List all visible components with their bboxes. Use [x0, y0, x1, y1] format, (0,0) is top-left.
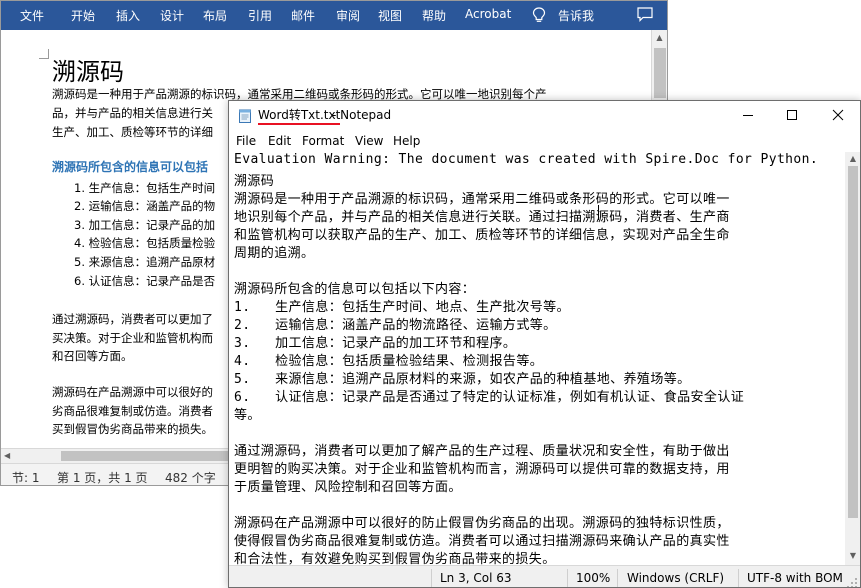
- notepad-app-icon[interactable]: [238, 108, 252, 123]
- word-hscroll-thumb[interactable]: [61, 451, 231, 461]
- word-ribbon: 文件 开始 插入 设计 布局 引用 邮件 审阅 视图 帮助 Acrobat 告诉…: [1, 1, 667, 30]
- notepad-title-filename: Word转Txt.txt: [258, 108, 341, 125]
- scroll-down-arrow-icon[interactable]: ▼: [848, 551, 858, 561]
- ribbon-tab-home[interactable]: 开始: [71, 7, 95, 24]
- status-zoom: 100%: [576, 571, 611, 585]
- notepad-title-app: - Notepad: [332, 108, 392, 122]
- text-line: 2. 运输信息：涵盖产品的物流路径、运输方式等。: [234, 318, 557, 333]
- doc-list-item: 5. 来源信息：追溯产品原材: [74, 255, 216, 269]
- status-divider: [617, 569, 618, 587]
- menu-view[interactable]: View: [355, 134, 383, 148]
- scroll-left-arrow-icon[interactable]: ◀: [4, 451, 14, 461]
- ribbon-tab-layout[interactable]: 布局: [203, 7, 227, 24]
- text-line: 3. 加工信息：记录产品的加工环节和程序。: [234, 336, 517, 351]
- ribbon-tab-mailings[interactable]: 邮件: [291, 7, 315, 24]
- notepad-statusbar: Ln 3, Col 63 100% Windows (CRLF) UTF-8 w…: [229, 565, 860, 587]
- ribbon-tab-file[interactable]: 文件: [20, 7, 44, 24]
- doc-list-item: 6. 认证信息：记录产品是否: [74, 274, 216, 288]
- notepad-titlebar[interactable]: Word转Txt.txt - Notepad: [229, 101, 860, 131]
- maximize-icon[interactable]: [784, 107, 800, 123]
- text-line: 和监管机构可以获取产品的生产、加工、质检等环节的详细信息，实现对产品全生命: [234, 228, 730, 243]
- minimize-icon[interactable]: [740, 107, 756, 123]
- doc-para2-line: 和召回等方面。: [52, 349, 133, 363]
- text-line: 溯源码: [234, 174, 275, 189]
- doc-para2-line: 通过溯源码，消费者可以更加了: [52, 312, 213, 326]
- text-line: 6. 认证信息：记录产品是否通过了特定的认证标准，例如有机认证、食品安全认证: [234, 390, 745, 405]
- doc-intro-line: 生产、加工、质检等环节的详细: [52, 125, 213, 139]
- page-corner-mark: [39, 49, 49, 59]
- document-title: 溯源码: [52, 58, 124, 86]
- menu-edit[interactable]: Edit: [268, 134, 291, 148]
- comment-icon[interactable]: [637, 7, 653, 22]
- menu-help[interactable]: Help: [393, 134, 420, 148]
- ribbon-tab-view[interactable]: 视图: [378, 7, 402, 24]
- ribbon-tab-design[interactable]: 设计: [160, 7, 184, 24]
- notepad-window: Word转Txt.txt - Notepad File Edit Format …: [228, 100, 861, 588]
- scroll-up-arrow-icon[interactable]: ▲: [848, 154, 858, 164]
- text-line: 通过溯源码，消费者可以更加了解产品的生产过程、质量状况和安全性，有助于做出: [234, 444, 730, 459]
- notepad-menubar: File Edit Format View Help: [229, 131, 860, 152]
- doc-para3-line: 溯源码在产品溯源中可以很好的: [52, 385, 213, 399]
- doc-heading: 溯源码所包含的信息可以包括: [52, 160, 209, 174]
- ribbon-tab-help[interactable]: 帮助: [422, 7, 446, 24]
- text-line: 溯源码在产品溯源中可以很好的防止假冒伪劣商品的出现。溯源码的独特标识性质，: [234, 516, 730, 531]
- status-divider: [738, 569, 739, 587]
- text-caret: [598, 205, 599, 220]
- doc-list-item: 1. 生产信息：包括生产时间: [74, 181, 216, 195]
- close-icon[interactable]: [830, 107, 846, 123]
- menu-file[interactable]: File: [236, 134, 256, 148]
- status-page-count[interactable]: 第 1 页，共 1 页: [57, 469, 148, 485]
- text-line: 地识别每个产品，并与产品的相关信息进行关联。通过扫描溯源码，消费者、生产商: [234, 210, 730, 225]
- text-line: 1. 生产信息：包括生产时间、地点、生产批次号等。: [234, 300, 570, 315]
- ribbon-tab-review[interactable]: 审阅: [336, 7, 360, 24]
- text-line: 溯源码是一种用于产品溯源的标识码，通常采用二维码或条形码的形式。它可以唯一: [234, 192, 730, 207]
- ribbon-tell-me[interactable]: 告诉我: [558, 7, 594, 24]
- status-line-ending: Windows (CRLF): [627, 571, 725, 585]
- text-line: 5. 来源信息：追溯产品原材料的来源，如农产品的种植基地、养殖场等。: [234, 372, 691, 387]
- status-cursor-position: Ln 3, Col 63: [440, 571, 512, 585]
- status-encoding: UTF-8 with BOM: [747, 571, 843, 585]
- ribbon-tab-insert[interactable]: 插入: [116, 7, 140, 24]
- text-line: 于质量管理、风险控制和召回等方面。: [234, 480, 462, 495]
- text-line: 更明智的购买决策。对于企业和监管机构而言，溯源码可以提供可靠的数据支持，用: [234, 462, 730, 477]
- text-line: 4. 检验信息：包括质量检验结果、检测报告等。: [234, 354, 544, 369]
- notepad-text-area[interactable]: Evaluation Warning: The document was cre…: [229, 152, 845, 565]
- resize-grip-icon[interactable]: [846, 574, 858, 587]
- doc-intro-line: 品，并与产品的相关信息进行关: [52, 106, 213, 120]
- text-line: 周期的追溯。: [234, 246, 315, 261]
- doc-para3-line: 劣商品很难复制或仿造。消费者: [52, 404, 213, 418]
- text-line: 溯源码所包含的信息可以包括以下内容：: [234, 282, 476, 297]
- doc-para3-line: 买到假冒伪劣商品带来的损失。: [52, 422, 213, 436]
- notepad-vertical-scrollbar[interactable]: ▲ ▼: [845, 152, 860, 565]
- status-word-count[interactable]: 482 个字: [165, 469, 216, 485]
- menu-format[interactable]: Format: [302, 134, 344, 148]
- status-divider: [567, 569, 568, 587]
- doc-list-item: 4. 检验信息：包括质量检验: [74, 236, 216, 250]
- ribbon-tab-acrobat[interactable]: Acrobat: [465, 7, 511, 21]
- ribbon-tab-references[interactable]: 引用: [248, 7, 272, 24]
- notepad-vscroll-thumb[interactable]: [848, 166, 858, 518]
- status-section[interactable]: 节: 1: [12, 469, 40, 485]
- doc-list-item: 2. 运输信息：涵盖产品的物: [74, 199, 216, 213]
- text-line: 等。: [234, 408, 261, 423]
- text-line: 使得假冒伪劣商品很难复制或仿造。消费者可以通过扫描溯源码来确认产品的真实性: [234, 534, 730, 549]
- scroll-up-arrow-icon[interactable]: ▲: [654, 32, 665, 43]
- doc-para2-line: 买决策。对于企业和监管机构而: [52, 331, 213, 345]
- text-line: 和合法性，有效避免购买到假冒伪劣商品带来的损失。: [234, 552, 556, 565]
- doc-list-item: 3. 加工信息：记录产品的加: [74, 218, 216, 232]
- lightbulb-icon[interactable]: [532, 7, 546, 23]
- status-divider: [431, 569, 432, 587]
- word-vscroll-thumb[interactable]: [654, 48, 666, 98]
- text-line: Evaluation Warning: The document was cre…: [234, 152, 819, 167]
